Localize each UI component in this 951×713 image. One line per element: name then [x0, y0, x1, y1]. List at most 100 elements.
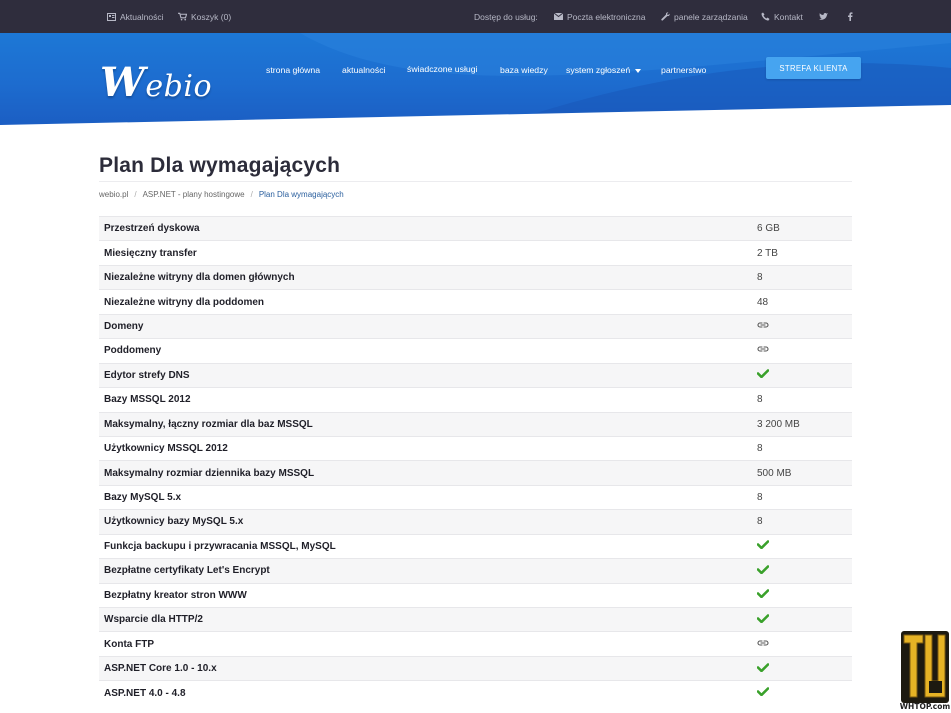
spec-label: ASP.NET Core 1.0 - 10.x	[99, 655, 752, 681]
cart-link[interactable]: Koszyk (0)	[178, 0, 231, 33]
cart-label: Koszyk (0)	[191, 11, 232, 22]
breadcrumb-asp-plans[interactable]: ASP.NET - plany hostingowe	[143, 190, 245, 199]
table-row: Bezpłatny kreator stron WWW	[99, 582, 852, 608]
spec-value-icon	[752, 533, 852, 559]
table-row: Maksymalny, łączny rozmiar dla baz MSSQL…	[99, 411, 852, 437]
table-row: Użytkownicy MSSQL 2012 8	[99, 435, 852, 461]
spec-label: Niezależne witryny dla domen głównych	[99, 264, 752, 290]
table-row: Niezależne witryny dla poddomen 48	[99, 289, 852, 315]
contact-label: Kontakt	[774, 11, 803, 22]
nav-partnership[interactable]: partnerstwo	[661, 63, 706, 77]
news-label: Aktualności	[120, 11, 164, 22]
check-icon	[756, 589, 770, 601]
table-row: Maksymalny rozmiar dziennika bazy MSSQL 5…	[99, 460, 852, 486]
spec-label: Poddomeny	[99, 338, 752, 364]
page-title: Plan Dla wymagających	[99, 154, 341, 177]
table-row: Miesięczny transfer 2 TB	[99, 240, 852, 266]
spec-value: 8	[752, 509, 852, 535]
spec-label: Bezpłatny kreator stron WWW	[99, 582, 752, 608]
check-icon	[756, 687, 770, 699]
spec-label: Bazy MySQL 5.x	[99, 484, 752, 510]
spec-label: Wsparcie dla HTTP/2	[99, 606, 752, 632]
nav-ticket-system-label: system zgłoszeń	[566, 65, 631, 75]
breadcrumb-current: Plan Dla wymagających	[258, 190, 344, 199]
table-row: Edytor strefy DNS	[99, 362, 852, 388]
table-row: Niezależne witryny dla domen głównych 8	[99, 264, 852, 290]
phone-icon	[761, 12, 770, 21]
spec-label: Maksymalny, łączny rozmiar dla baz MSSQL	[99, 411, 752, 437]
spec-label: Użytkownicy bazy MySQL 5.x	[99, 509, 752, 535]
spec-value: 2 TB	[752, 240, 852, 266]
main-content: Plan Dla wymagających webio.pl / ASP.NET -…	[99, 152, 852, 204]
spec-label: Miesięczny transfer	[99, 240, 752, 266]
table-row: Użytkownicy bazy MySQL 5.x 8	[99, 509, 852, 535]
breadcrumb-separator: /	[134, 190, 137, 199]
title-divider	[99, 181, 852, 182]
nav-ticket-system[interactable]: system zgłoszeń	[566, 63, 642, 77]
news-link[interactable]: Aktualności	[107, 0, 163, 33]
spec-value-icon	[752, 680, 852, 706]
facebook-icon	[845, 12, 854, 21]
check-icon	[756, 565, 770, 577]
spec-label: Bazy MSSQL 2012	[99, 387, 752, 412]
newspaper-icon	[107, 12, 116, 21]
table-row: Funkcja backupu i przywracania MSSQL, My…	[99, 533, 852, 559]
link-icon	[757, 321, 769, 332]
table-row: Konta FTP	[99, 631, 852, 657]
email-link[interactable]: Poczta elektroniczna	[554, 0, 645, 33]
spec-value-icon	[752, 362, 852, 388]
link-icon	[757, 345, 769, 356]
table-row: ASP.NET Core 1.0 - 10.x	[99, 655, 852, 681]
spec-value-icon	[752, 606, 852, 632]
spec-value: 8	[752, 435, 852, 461]
check-icon	[756, 369, 770, 381]
spec-value-icon	[752, 338, 852, 364]
spec-label: Konta FTP	[99, 631, 752, 657]
breadcrumb-home[interactable]: webio.pl	[99, 190, 128, 199]
facebook-link[interactable]	[845, 0, 854, 33]
spec-value: 3 200 MB	[752, 411, 852, 437]
nav-home[interactable]: strona główna	[266, 63, 320, 77]
client-zone-button[interactable]: STREFA KLIENTA	[766, 57, 861, 79]
wrench-icon	[661, 12, 670, 21]
twitter-link[interactable]	[819, 0, 828, 33]
watermark-text: WHTOP.com	[899, 702, 951, 711]
spec-label: Funkcja backupu i przywracania MSSQL, My…	[99, 533, 752, 559]
cart-icon	[178, 12, 187, 21]
breadcrumb-separator: /	[250, 190, 253, 199]
spec-label: Niezależne witryny dla poddomen	[99, 289, 752, 315]
site-header: Webio strona główna aktualności świadczo…	[0, 33, 951, 125]
logo-rest: ebio	[145, 69, 213, 104]
spec-label: Edytor strefy DNS	[99, 362, 752, 388]
contact-link[interactable]: Kontakt	[761, 0, 803, 33]
spec-value: 6 GB	[752, 215, 852, 241]
nav-knowledge-base[interactable]: baza wiedzy	[500, 63, 548, 77]
breadcrumb: webio.pl / ASP.NET - plany hostingowe / Plan…	[99, 188, 852, 204]
spec-value-icon	[752, 582, 852, 608]
table-row: Poddomeny	[99, 338, 852, 364]
spec-value-icon	[752, 558, 852, 584]
nav-news[interactable]: aktualności	[342, 63, 385, 77]
spec-value: 8	[752, 387, 852, 412]
webio-logo[interactable]: Webio	[100, 55, 212, 103]
check-icon	[756, 540, 770, 552]
email-label: Poczta elektroniczna	[567, 11, 646, 22]
spec-value: 8	[752, 484, 852, 510]
logo-initial: W	[100, 59, 146, 106]
table-row: Bazy MySQL 5.x 8	[99, 484, 852, 510]
spec-label: Bezpłatne certyfikaty Let's Encrypt	[99, 558, 752, 584]
table-row: Bezpłatne certyfikaty Let's Encrypt	[99, 558, 852, 584]
panels-label: panele zarządzania	[674, 11, 748, 22]
spec-value: 48	[752, 289, 852, 315]
spec-value-icon	[752, 631, 852, 657]
spec-value-icon	[752, 655, 852, 681]
spec-label: Przestrzeń dyskowa	[99, 215, 752, 241]
table-row: Bazy MSSQL 2012 8	[99, 387, 852, 412]
table-row: Wsparcie dla HTTP/2	[99, 606, 852, 632]
table-row: Domeny	[99, 313, 852, 339]
nav-services[interactable]: świadczone usługi	[407, 62, 478, 76]
spec-value-icon	[752, 313, 852, 339]
panels-link[interactable]: panele zarządzania	[661, 0, 748, 33]
check-icon	[756, 662, 770, 675]
top-bar: Aktualności Koszyk (0) Dostęp do usług: …	[0, 0, 951, 33]
